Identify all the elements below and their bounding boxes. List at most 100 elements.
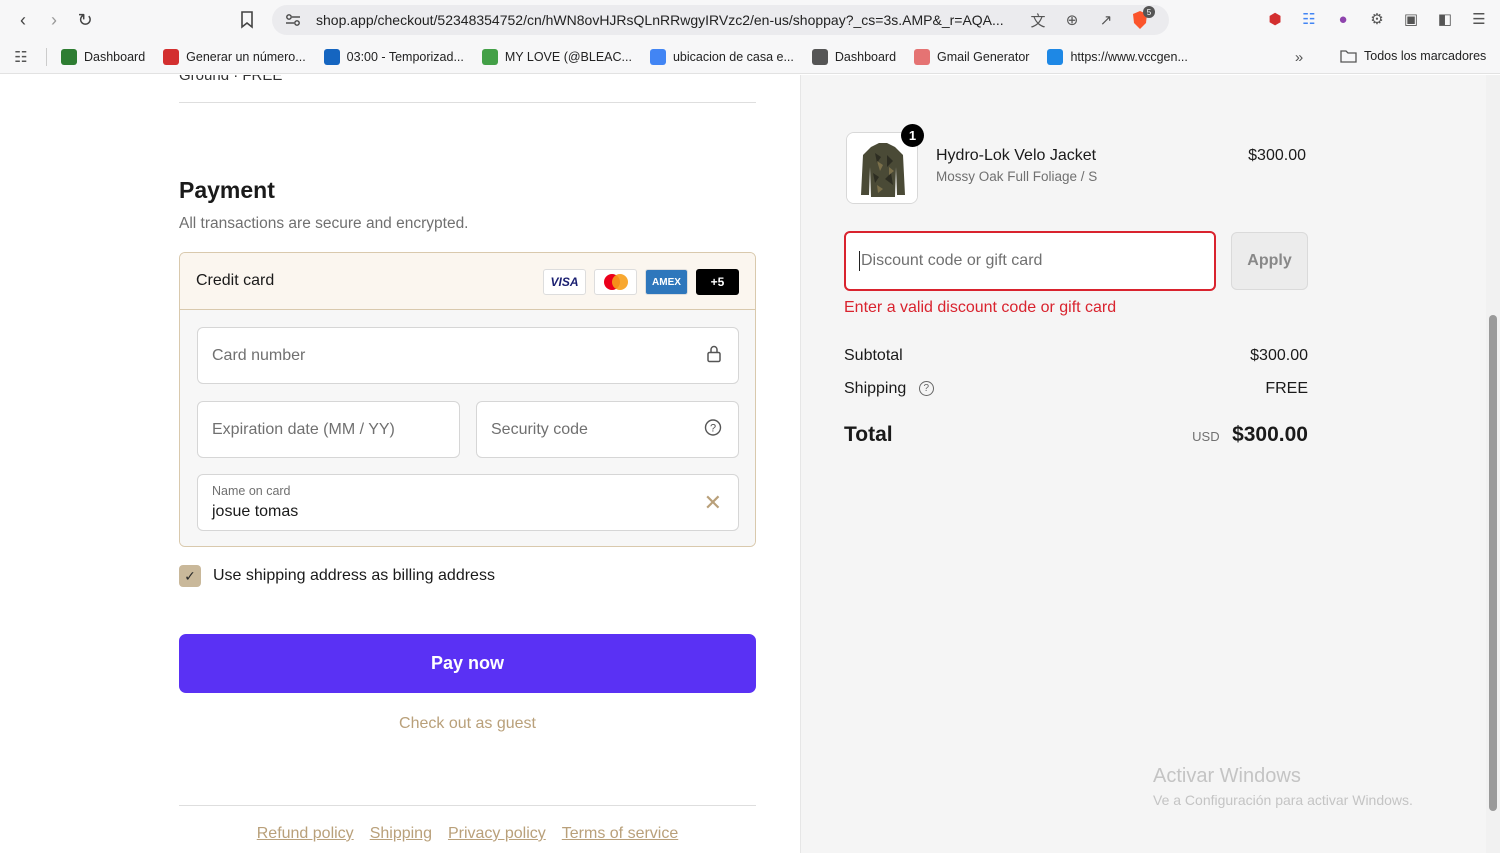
name-on-card-field[interactable]: Name on card josue tomas ✕ <box>197 474 739 531</box>
cactus-icon <box>61 48 77 65</box>
help-icon[interactable]: ? <box>704 418 722 441</box>
shipping-value: FREE <box>1265 380 1308 397</box>
bookmark-icon[interactable] <box>232 5 262 35</box>
bookmarks-bar: ☷ Dashboard Generar un número... 03:00 - T… <box>0 40 1500 74</box>
bolt-icon <box>481 48 498 65</box>
order-summary: 1 Hydro-Lok Velo Jacket Mossy Oak Full F… <box>800 75 1486 853</box>
gmail-generator-icon <box>914 48 931 65</box>
footer-divider <box>179 805 756 806</box>
payment-subtitle: All transactions are secure and encrypte… <box>179 215 469 232</box>
amex-logo: AMEX <box>645 269 688 295</box>
terms-of-service-link[interactable]: Terms of service <box>562 825 678 843</box>
clear-icon[interactable]: ✕ <box>704 490 722 516</box>
forward-icon[interactable]: › <box>39 5 69 35</box>
bookmark-label: Dashboard <box>84 49 146 64</box>
total-amount: $300.00 <box>1232 423 1308 446</box>
product-price: $300.00 <box>1248 147 1306 164</box>
shipping-row: Shipping ? FREE <box>844 380 1308 398</box>
more-bookmarks-icon[interactable]: » <box>1288 46 1310 68</box>
bookmark-item[interactable]: https://www.vccgen... <box>1047 48 1188 65</box>
bookmark-list: Dashboard Generar un número... 03:00 - Tem… <box>61 48 1206 65</box>
product-variant: Mossy Oak Full Foliage / S <box>936 169 1098 184</box>
menu-icon[interactable]: ☰ <box>1468 8 1490 30</box>
discount-error-message: Enter a valid discount code or gift card <box>844 299 1117 316</box>
svg-text:?: ? <box>710 422 716 434</box>
google-icon <box>649 48 666 65</box>
product-name: Hydro-Lok Velo Jacket <box>936 147 1097 164</box>
billing-checkbox[interactable]: ✓ <box>179 565 201 587</box>
zoom-icon[interactable]: ⊕ <box>1061 9 1083 31</box>
subtotal-row: Subtotal $300.00 <box>844 347 1308 365</box>
credit-card-method[interactable]: Credit card VISA AMEX +5 <box>180 253 755 310</box>
extension-purple-icon[interactable]: ● <box>1332 8 1354 30</box>
security-code-field[interactable]: Security code ? <box>476 401 739 458</box>
browser-toolbar: ‹ › ↻ shop.app/checkout/52348354752/cn/h… <box>0 0 1500 40</box>
google-translate-icon[interactable]: ☷ <box>1298 8 1320 30</box>
bookmark-label: MY LOVE (@BLEAC... <box>504 49 632 64</box>
bookmark-item[interactable]: ubicacion de casa e... <box>649 48 794 65</box>
address-bar[interactable]: shop.app/checkout/52348354752/cn/hWN8ovH… <box>272 5 1169 35</box>
bookmark-item[interactable]: Gmail Generator <box>914 48 1030 65</box>
extensions-icon[interactable]: ⚙ <box>1366 8 1388 30</box>
back-icon[interactable]: ‹ <box>8 5 38 35</box>
credit-card-form: Card number Expiration date (MM / YY) Se… <box>180 310 755 546</box>
page-scrollbar[interactable] <box>1486 75 1500 853</box>
security-placeholder: Security code <box>491 420 588 438</box>
v-icon <box>1047 48 1064 65</box>
discount-placeholder: Discount code or gift card <box>861 252 1043 269</box>
shipping-link[interactable]: Shipping <box>370 825 432 843</box>
expiration-placeholder: Expiration date (MM / YY) <box>212 420 395 438</box>
url-text[interactable]: shop.app/checkout/52348354752/cn/hWN8ovH… <box>316 12 1016 28</box>
bookmark-item[interactable]: Dashboard <box>811 48 896 65</box>
credit-card-label: Credit card <box>196 272 275 289</box>
folder-icon <box>1340 50 1357 63</box>
checkout-page: Ground · FREE Payment All transactions a… <box>0 75 1500 853</box>
screenshot-icon[interactable]: ▣ <box>1400 8 1422 30</box>
checkout-main: Ground · FREE Payment All transactions a… <box>0 75 800 853</box>
bookmark-item[interactable]: MY LOVE (@BLEAC... <box>481 48 632 65</box>
bookmark-item[interactable]: Generar un número... <box>163 48 306 65</box>
f-icon <box>163 48 180 65</box>
sidebar-toggle-icon[interactable]: ◧ <box>1434 8 1456 30</box>
expiration-date-field[interactable]: Expiration date (MM / YY) <box>197 401 460 458</box>
bookmark-item[interactable]: Dashboard <box>61 48 146 65</box>
section-divider <box>179 102 756 103</box>
bookmark-item[interactable]: 03:00 - Temporizad... <box>323 48 464 65</box>
shield-count-badge: 5 <box>1143 6 1155 18</box>
bookmark-label: https://www.vccgen... <box>1070 49 1188 64</box>
card-number-placeholder: Card number <box>212 346 306 364</box>
subtotal-value: $300.00 <box>1250 347 1308 364</box>
bookmark-label: 03:00 - Temporizad... <box>346 49 464 64</box>
total-currency: USD <box>1192 429 1220 444</box>
share-icon[interactable]: ↗ <box>1095 9 1117 31</box>
site-settings-icon[interactable] <box>282 9 304 31</box>
shipping-label: Shipping <box>844 380 907 397</box>
pay-now-button[interactable]: Pay now <box>179 634 756 693</box>
reload-icon[interactable]: ↻ <box>70 5 100 35</box>
name-on-card-value: josue tomas <box>212 503 299 520</box>
bookmarks-folder[interactable]: Todos los marcadores <box>1340 49 1486 63</box>
billing-checkbox-label: Use shipping address as billing address <box>213 567 495 584</box>
apply-discount-button[interactable]: Apply <box>1231 232 1308 290</box>
apps-grid-icon[interactable]: ☷ <box>10 46 32 68</box>
refund-policy-link[interactable]: Refund policy <box>257 825 354 843</box>
brave-shield-icon[interactable]: 5 <box>1129 6 1155 31</box>
card-number-field[interactable]: Card number <box>197 327 739 384</box>
privacy-policy-link[interactable]: Privacy policy <box>448 825 546 843</box>
watermark-title: Activar Windows <box>1153 765 1301 787</box>
card-logos: VISA AMEX +5 <box>543 269 739 295</box>
lock-icon <box>706 344 722 367</box>
discount-code-input[interactable]: Discount code or gift card <box>844 231 1216 291</box>
bookmark-label: Generar un número... <box>186 49 306 64</box>
shipping-method-cut: Ground · FREE <box>179 75 283 84</box>
bookmark-label: ubicacion de casa e... <box>672 49 794 64</box>
translate-icon[interactable]: 文 <box>1027 9 1049 31</box>
checkout-as-guest-link[interactable]: Check out as guest <box>179 715 756 733</box>
rewards-icon[interactable]: ⬢ <box>1264 8 1286 30</box>
billing-address-checkbox-row[interactable]: ✓ Use shipping address as billing addres… <box>179 565 495 587</box>
shipping-info-icon[interactable]: ? <box>918 381 934 397</box>
bookmark-label: Gmail Generator <box>937 49 1030 64</box>
scrollbar-thumb[interactable] <box>1489 315 1497 811</box>
globe-icon <box>811 48 828 65</box>
quantity-badge: 1 <box>901 124 924 147</box>
